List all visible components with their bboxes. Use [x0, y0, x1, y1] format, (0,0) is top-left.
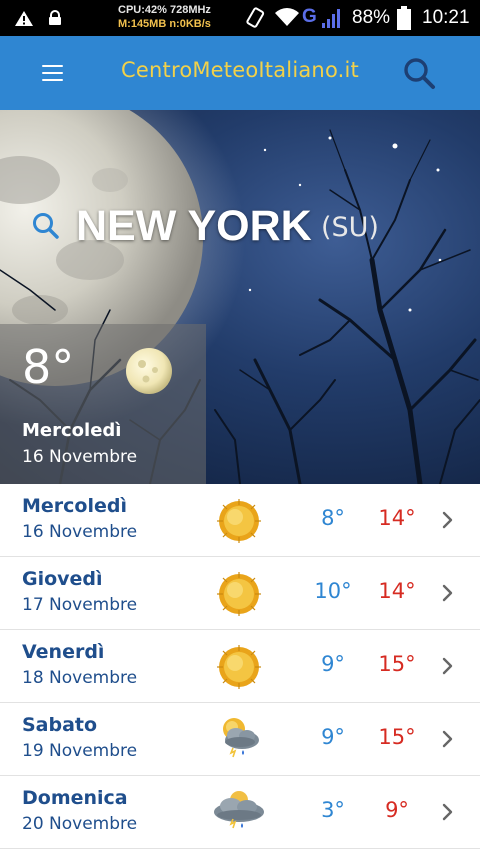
- forecast-day: Sabato: [22, 714, 98, 736]
- sun-icon: [217, 499, 261, 543]
- forecast-date: 19 Novembre: [22, 741, 138, 761]
- lock-icon: [49, 10, 61, 25]
- forecast-list: Mercoledì 16 Novembre 8° 14° Giovedì 17 …: [0, 484, 480, 849]
- today-temperature: 8°: [22, 340, 75, 394]
- wifi-icon: [275, 8, 299, 26]
- sun-cloud-rain-icon: [223, 718, 259, 758]
- forecast-max-temp: 15°: [378, 725, 416, 749]
- chevron-right-icon[interactable]: [441, 802, 455, 822]
- chevron-right-icon[interactable]: [441, 729, 455, 749]
- forecast-min-temp: 8°: [321, 506, 345, 530]
- forecast-date: 18 Novembre: [22, 668, 138, 688]
- forecast-max-temp: 14°: [378, 506, 416, 530]
- forecast-day: Mercoledì: [22, 495, 127, 517]
- city-name: NEW YORK: [76, 202, 312, 250]
- forecast-max-temp: 15°: [378, 652, 416, 676]
- chevron-right-icon[interactable]: [441, 510, 455, 530]
- forecast-max-temp: 9°: [385, 798, 409, 822]
- forecast-row[interactable]: Venerdì 18 Novembre 9° 15°: [0, 630, 480, 703]
- forecast-day: Domenica: [22, 787, 128, 809]
- cloud-rain-icon: [214, 791, 264, 829]
- today-day: Mercoledì: [22, 420, 122, 441]
- forecast-max-temp: 14°: [378, 579, 416, 603]
- forecast-row[interactable]: Giovedì 17 Novembre 10° 14°: [0, 557, 480, 630]
- forecast-day: Venerdì: [22, 641, 105, 663]
- city-search-icon[interactable]: [30, 210, 62, 242]
- vibrate-icon: [246, 7, 265, 28]
- forecast-min-temp: 9°: [321, 652, 345, 676]
- forecast-date: 16 Novembre: [22, 522, 138, 542]
- forecast-min-temp: 3°: [321, 798, 345, 822]
- signal-icon: [322, 9, 340, 28]
- forecast-min-temp: 10°: [314, 579, 352, 603]
- status-bar: CPU:42% 728MHz M:145MB n:0KB/s G 88% 10:…: [0, 0, 480, 36]
- forecast-row[interactable]: Mercoledì 16 Novembre 8° 14°: [0, 484, 480, 557]
- forecast-min-temp: 9°: [321, 725, 345, 749]
- city-hero: NEW YORK (SU) 8° Mercoledì 16 Novembre: [0, 110, 480, 484]
- warning-icon: [15, 11, 33, 26]
- forecast-row[interactable]: Domenica 20 Novembre 3° 9°: [0, 776, 480, 849]
- city-country: (SU): [321, 212, 379, 243]
- network-type-label: G: [302, 6, 317, 27]
- cpu-monitor: CPU:42% 728MHz M:145MB n:0KB/s: [118, 3, 211, 31]
- battery-icon: [397, 6, 411, 30]
- today-panel: 8° Mercoledì 16 Novembre: [0, 324, 206, 484]
- forecast-row[interactable]: Sabato 19 Novembre 9° 15°: [0, 703, 480, 776]
- search-icon[interactable]: [402, 56, 436, 90]
- sun-icon: [217, 572, 261, 616]
- app-bar: CentroMeteoItaliano.it: [0, 36, 480, 110]
- memory-network-line: M:145MB n:0KB/s: [118, 18, 211, 30]
- cpu-line: CPU:42% 728MHz: [118, 4, 211, 16]
- moon-icon: [126, 348, 172, 394]
- clock: 10:21: [422, 7, 470, 28]
- forecast-day: Giovedì: [22, 568, 103, 590]
- battery-percent: 88%: [352, 7, 391, 28]
- chevron-right-icon[interactable]: [441, 656, 455, 676]
- today-date: 16 Novembre: [22, 447, 138, 467]
- forecast-date: 17 Novembre: [22, 595, 138, 615]
- forecast-date: 20 Novembre: [22, 814, 138, 834]
- sun-icon: [217, 645, 261, 689]
- chevron-right-icon[interactable]: [441, 583, 455, 603]
